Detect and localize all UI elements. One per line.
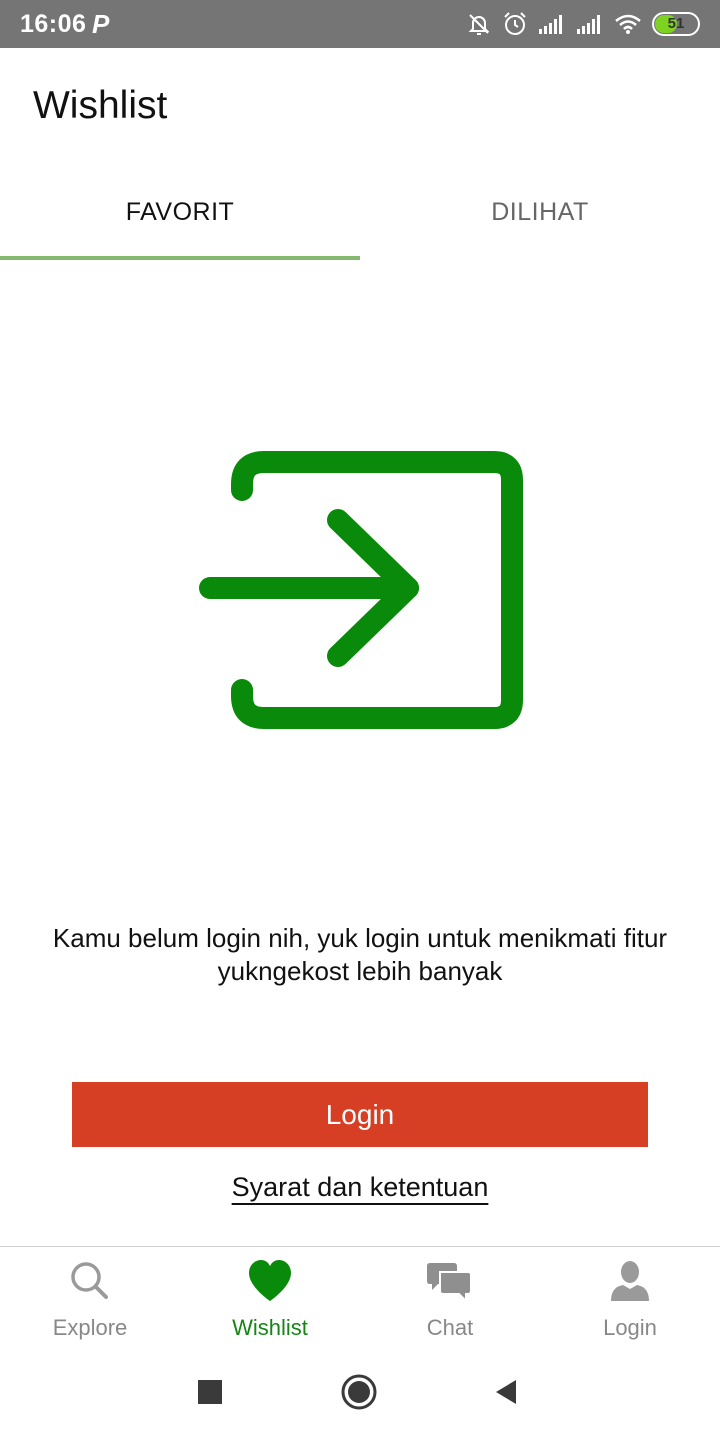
battery-icon: 51 — [652, 12, 700, 36]
nav-wishlist[interactable]: Wishlist — [180, 1247, 360, 1345]
nav-login[interactable]: Login — [540, 1247, 720, 1345]
signal-icon — [577, 15, 600, 34]
heart-icon — [249, 1260, 291, 1301]
chat-icon — [427, 1263, 472, 1303]
tab-favorit[interactable]: FAVORIT — [0, 168, 360, 260]
nav-label-login: Login — [603, 1315, 657, 1340]
battery-level: 51 — [667, 15, 685, 32]
system-nav-bar — [0, 1344, 720, 1440]
terms-link[interactable]: Syarat dan ketentuan — [232, 1172, 489, 1202]
page-title: Wishlist — [33, 84, 168, 127]
login-enter-icon — [199, 451, 523, 729]
home-icon[interactable] — [340, 1373, 378, 1411]
signal-icon — [539, 15, 562, 34]
user-icon — [611, 1261, 649, 1301]
nav-label-chat: Chat — [426, 1315, 474, 1340]
status-icons: 51 — [466, 9, 700, 39]
bottom-nav: Explore Wishlist Chat Login — [0, 1246, 720, 1344]
search-icon — [71, 1262, 108, 1299]
tab-dilihat[interactable]: DILIHAT — [360, 168, 720, 260]
notification-icon: P — [92, 9, 110, 39]
tab-bar: FAVORIT DILIHAT — [0, 168, 720, 260]
nav-explore[interactable]: Explore — [0, 1247, 180, 1345]
nav-label-explore: Explore — [52, 1315, 128, 1340]
status-time: 16:06 — [20, 10, 87, 38]
wifi-icon — [615, 14, 641, 34]
back-icon[interactable] — [494, 1379, 518, 1405]
recents-icon[interactable] — [198, 1380, 222, 1404]
alarm-icon — [504, 12, 526, 35]
nav-chat[interactable]: Chat — [360, 1247, 540, 1345]
nav-label-wishlist: Wishlist — [232, 1315, 308, 1340]
muted-bell-icon — [468, 14, 490, 35]
login-prompt-message: Kamu belum login nih, yuk login untuk me… — [52, 923, 668, 986]
status-bar: 16:06 P 51 — [0, 0, 720, 48]
terms-link-container: Syarat dan ketentuan — [0, 1172, 720, 1203]
login-button[interactable]: Login — [72, 1082, 648, 1147]
tab-indicator — [0, 256, 360, 260]
